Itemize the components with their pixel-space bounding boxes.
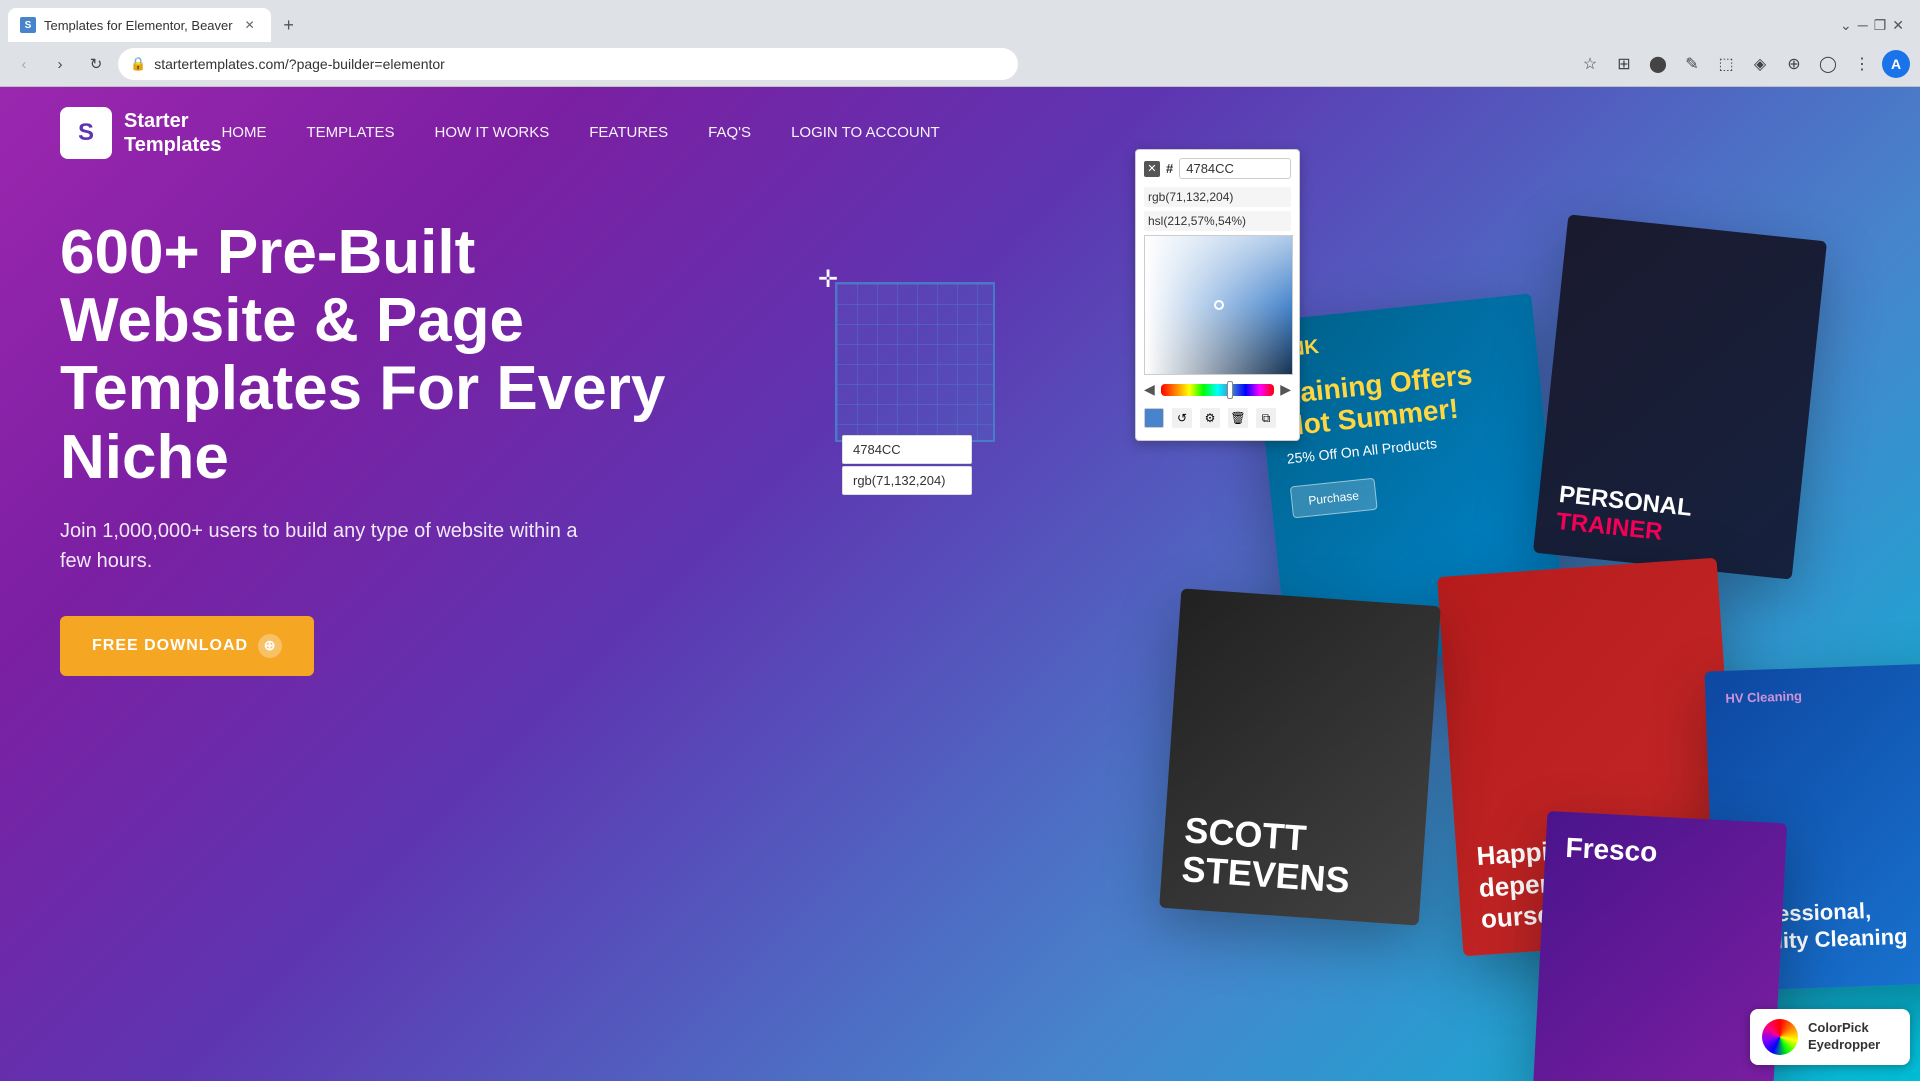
tab-controls: ⌄ ─ ❐ ✕ [1840, 17, 1912, 34]
back-button[interactable]: ‹ [10, 50, 38, 78]
free-download-button[interactable]: FREE DOWNLOAD ⊕ [60, 616, 314, 676]
nav-login[interactable]: LOGIN TO ACCOUNT [791, 124, 940, 141]
nav-how-it-works[interactable]: HOW IT WORKS [435, 124, 550, 141]
copy-tool[interactable]: ⧉ [1256, 408, 1276, 428]
close-browser-button[interactable]: ✕ [1892, 17, 1904, 34]
address-bar-row: ‹ › ↻ 🔒 startertemplates.com/?page-build… [0, 42, 1920, 86]
color-picker-toolbar: ↺ ⚙ 🗑 ⧉ [1144, 404, 1291, 432]
current-color-swatch [1144, 408, 1164, 428]
color-picker-popup[interactable]: ✕ # rgb(71,132,204) hsl(212,57%,54%) ◀ ▶… [1135, 149, 1300, 441]
chrome-extension-5[interactable]: ⊕ [1780, 50, 1808, 78]
chrome-extension-2[interactable]: ✎ [1678, 50, 1706, 78]
nav-features[interactable]: FEATURES [589, 124, 668, 141]
hue-left-arrow[interactable]: ◀ [1144, 381, 1155, 398]
tab-list-button[interactable]: ⌄ [1840, 17, 1852, 34]
browser-chrome: S Templates for Elementor, Beaver ✕ + ⌄ … [0, 0, 1920, 87]
rgb-value-display: rgb(71,132,204) [1144, 187, 1291, 207]
chrome-extension-4[interactable]: ◈ [1746, 50, 1774, 78]
new-tab-button[interactable]: + [275, 11, 303, 39]
color-picker-close[interactable]: ✕ [1144, 161, 1160, 177]
refresh-tool[interactable]: ↺ [1172, 408, 1192, 428]
settings-tool[interactable]: ⚙ [1200, 408, 1220, 428]
template-card-fresco[interactable]: Fresco [1533, 811, 1787, 1081]
colorpick-eyedropper-widget[interactable]: ColorPick Eyedropper [1750, 1009, 1910, 1065]
hero-title: 600+ Pre-Built Website & Page Templates … [60, 219, 710, 492]
ssl-lock-icon: 🔒 [130, 56, 146, 72]
color-canvas[interactable] [1144, 235, 1293, 375]
colorpick-logo [1762, 1019, 1798, 1055]
hue-slider-row: ◀ ▶ [1144, 381, 1291, 398]
logo-icon: S [60, 107, 112, 159]
cta-label: FREE DOWNLOAD [92, 637, 248, 655]
tab-bar: S Templates for Elementor, Beaver ✕ + ⌄ … [0, 0, 1920, 42]
site-header: S Starter Templates HOME TEMPLATES HOW I… [0, 87, 1920, 179]
color-tooltip: 4784CC rgb(71,132,204) [842, 435, 972, 495]
chrome-extension-1[interactable]: ⬤ [1644, 50, 1672, 78]
cta-icon: ⊕ [258, 634, 282, 658]
hero-subtitle: Join 1,000,000+ users to build any type … [60, 516, 580, 576]
colorpick-label: ColorPick Eyedropper [1808, 1020, 1880, 1054]
site-logo[interactable]: S Starter Templates [60, 107, 221, 159]
forward-button[interactable]: › [46, 50, 74, 78]
hue-right-arrow[interactable]: ▶ [1280, 381, 1291, 398]
restore-button[interactable]: ❐ [1874, 17, 1887, 34]
reload-button[interactable]: ↻ [82, 50, 110, 78]
tab-favicon: S [20, 17, 36, 33]
color-hex-input[interactable] [1179, 158, 1291, 179]
main-navigation: HOME TEMPLATES HOW IT WORKS FEATURES FAQ… [221, 124, 939, 142]
chrome-extension-3[interactable]: ⬚ [1712, 50, 1740, 78]
nav-templates[interactable]: TEMPLATES [306, 124, 394, 141]
tab-close-button[interactable]: ✕ [241, 16, 259, 34]
extensions-puzzle-icon[interactable]: ⊞ [1610, 50, 1638, 78]
minimize-button[interactable]: ─ [1858, 17, 1868, 33]
selected-region [835, 282, 995, 442]
tooltip-rgb: rgb(71,132,204) [842, 466, 972, 495]
hsl-value-display: hsl(212,57%,54%) [1144, 211, 1291, 231]
active-tab[interactable]: S Templates for Elementor, Beaver ✕ [8, 8, 271, 42]
hue-thumb[interactable] [1227, 381, 1233, 399]
color-canvas-crosshair [1214, 300, 1224, 310]
profile-button[interactable]: A [1882, 50, 1910, 78]
chrome-extension-6[interactable]: ◯ [1814, 50, 1842, 78]
logo-text: Starter Templates [124, 109, 221, 157]
toolbar-icons: ☆ ⊞ ⬤ ✎ ⬚ ◈ ⊕ ◯ ⋮ A [1576, 50, 1910, 78]
chrome-menu-button[interactable]: ⋮ [1848, 50, 1876, 78]
nav-faqs[interactable]: FAQ'S [708, 124, 751, 141]
tooltip-hex: 4784CC [842, 435, 972, 464]
tab-title: Templates for Elementor, Beaver [44, 18, 233, 33]
nav-home[interactable]: HOME [221, 124, 266, 141]
bookmark-star-icon[interactable]: ☆ [1576, 50, 1604, 78]
delete-tool[interactable]: 🗑 [1228, 408, 1248, 428]
url-text: startertemplates.com/?page-builder=eleme… [154, 56, 445, 72]
website-content: S Starter Templates HOME TEMPLATES HOW I… [0, 87, 1920, 1081]
color-hash-symbol: # [1166, 161, 1173, 176]
hue-slider[interactable] [1161, 384, 1274, 396]
address-bar[interactable]: 🔒 startertemplates.com/?page-builder=ele… [118, 48, 1018, 80]
